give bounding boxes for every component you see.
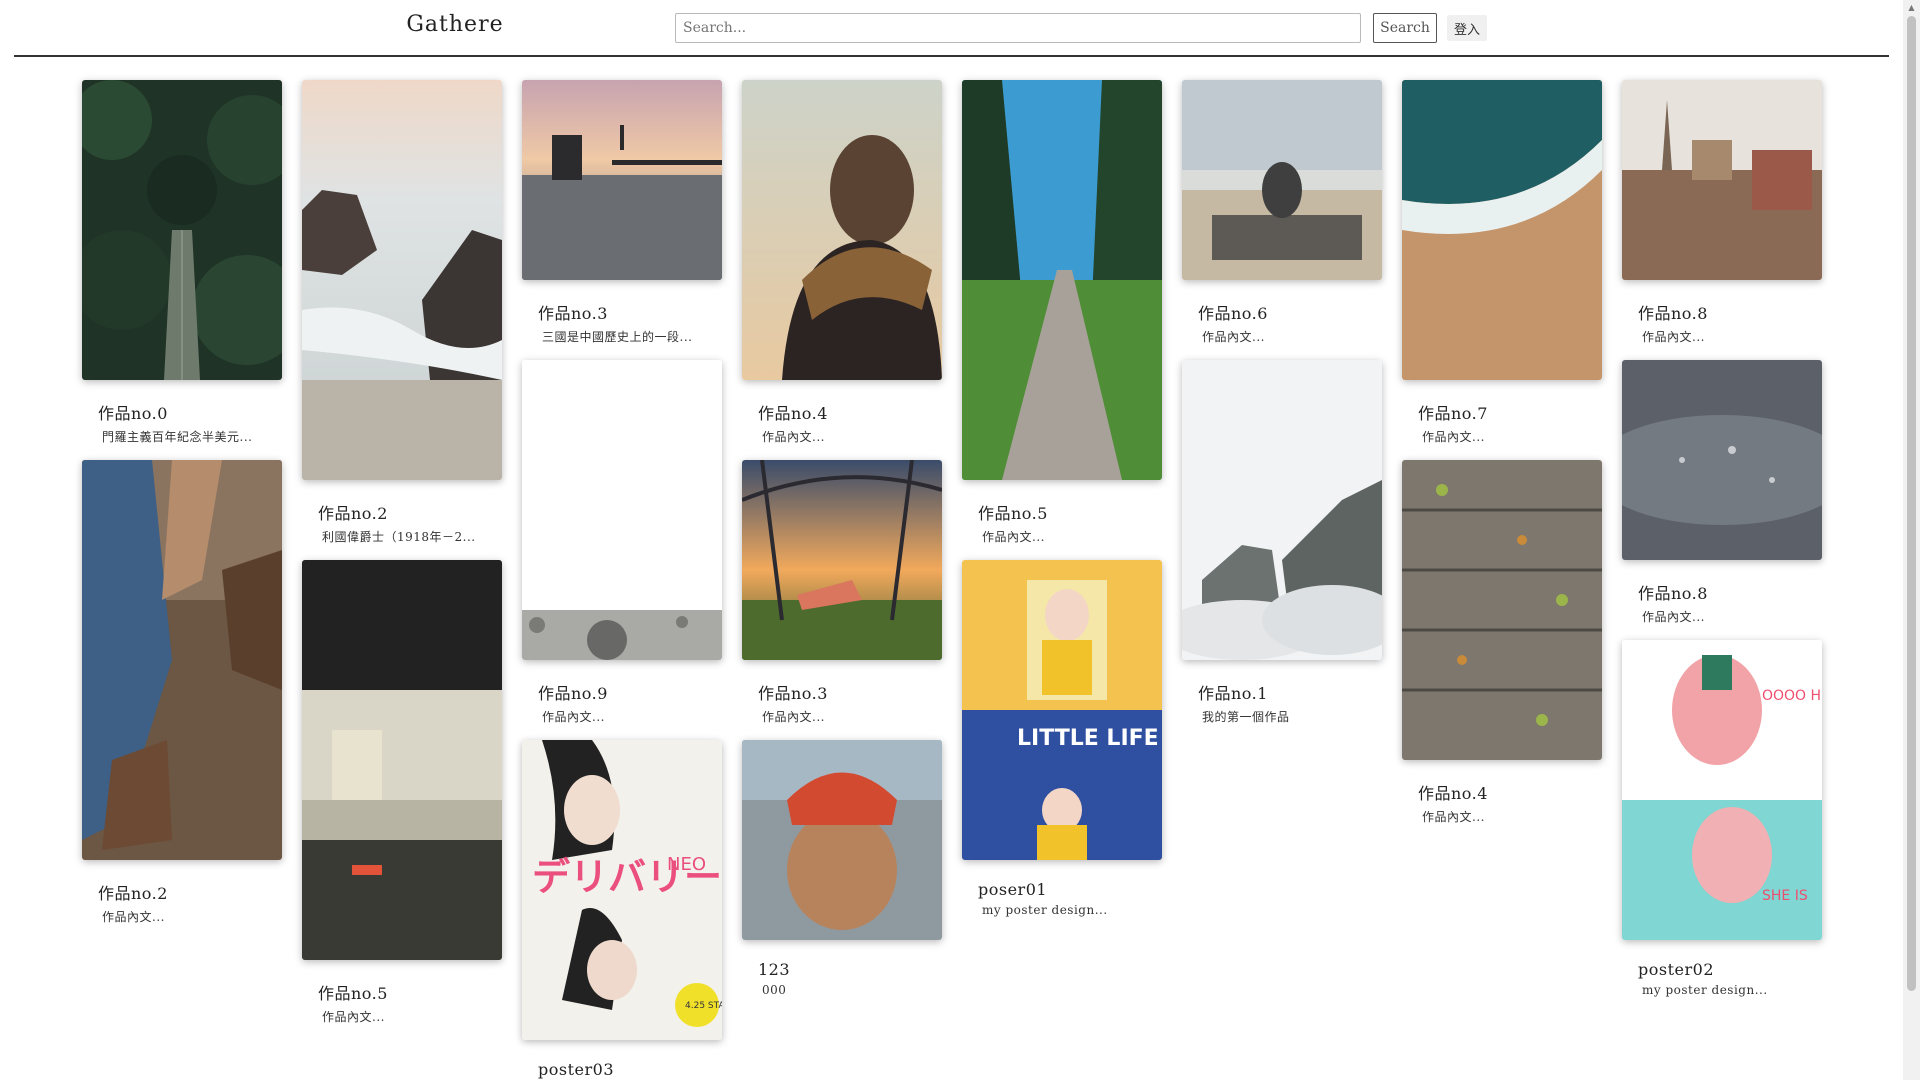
- login-button[interactable]: 登入: [1447, 15, 1487, 41]
- top-navbar: Gathere Search 登入: [0, 0, 1900, 58]
- card-image[interactable]: [302, 80, 502, 480]
- card-desc: 作品內文...: [762, 430, 825, 444]
- card-image[interactable]: [1402, 460, 1602, 760]
- card-title: poster03: [538, 1060, 614, 1079]
- svg-text:NEO: NEO: [667, 854, 706, 875]
- card-desc: 作品內文...: [1642, 610, 1705, 624]
- scroll-up-arrow-icon[interactable]: ▲: [1903, 0, 1920, 14]
- gallery-card[interactable]: 作品no.4 作品內文...: [742, 80, 942, 445]
- svg-text:OOOO HHH: OOOO HHH: [1762, 688, 1822, 704]
- card-desc: 作品內文...: [102, 910, 165, 924]
- page-scrollbar[interactable]: ▲: [1903, 0, 1920, 1080]
- card-title: 作品no.7: [1418, 404, 1488, 423]
- card-image[interactable]: [742, 80, 942, 380]
- gallery-card[interactable]: デリバリー お姉さん NEO 4.25 START poster03: [522, 740, 722, 1079]
- card-image[interactable]: LITTLE LIFE: [962, 560, 1162, 860]
- card-desc: 門羅主義百年紀念半美元...: [102, 430, 253, 444]
- card-title: poser01: [978, 880, 1048, 899]
- card-title: poster02: [1638, 960, 1714, 979]
- gallery-card[interactable]: 作品no.3 作品內文...: [742, 460, 942, 725]
- gallery-card[interactable]: 作品no.1 我的第一個作品: [1182, 360, 1382, 725]
- gallery-card[interactable]: 作品no.6 作品內文...: [1182, 80, 1382, 345]
- card-title: 作品no.9: [538, 684, 608, 703]
- card-desc: 作品內文...: [542, 710, 605, 724]
- card-title: 作品no.3: [538, 304, 608, 323]
- brand-logo[interactable]: Gathere: [400, 12, 510, 37]
- gallery-card[interactable]: 作品no.5 作品內文...: [302, 560, 502, 1025]
- card-desc: 三國是中國歷史上的一段...: [542, 330, 693, 344]
- header-divider: [14, 55, 1889, 57]
- card-title: 作品no.8: [1638, 584, 1708, 603]
- card-image[interactable]: [1182, 80, 1382, 280]
- card-title: 作品no.4: [758, 404, 828, 423]
- card-image[interactable]: [1622, 80, 1822, 280]
- card-title: 作品no.6: [1198, 304, 1268, 323]
- card-desc: 作品內文...: [1422, 810, 1485, 824]
- card-image[interactable]: OOOO HHH SHE IS: [1622, 640, 1822, 940]
- card-desc: 利國偉爵士（1918年－2...: [322, 530, 476, 544]
- card-desc: 我的第一個作品: [1202, 710, 1290, 724]
- card-desc: 作品內文...: [1422, 430, 1485, 444]
- gallery-card[interactable]: LITTLE LIFE poser01 my poster design...: [962, 560, 1162, 917]
- card-image[interactable]: [522, 360, 722, 660]
- card-desc: 作品內文...: [762, 710, 825, 724]
- card-title: 作品no.5: [978, 504, 1048, 523]
- gallery-card[interactable]: 作品no.5 作品內文...: [962, 80, 1162, 545]
- card-image[interactable]: [1182, 360, 1382, 660]
- card-title: 作品no.2: [98, 884, 168, 903]
- card-desc: 作品內文...: [1642, 330, 1705, 344]
- card-title: 作品no.4: [1418, 784, 1488, 803]
- card-image[interactable]: [742, 460, 942, 660]
- gallery-card[interactable]: OOOO HHH SHE IS poster02 my poster desig…: [1622, 640, 1822, 997]
- svg-text:4.25 START: 4.25 START: [685, 1001, 722, 1011]
- card-image[interactable]: [1622, 360, 1822, 560]
- gallery-card[interactable]: 作品no.8 作品內文...: [1622, 360, 1822, 625]
- gallery-card[interactable]: 123 000: [742, 740, 942, 997]
- card-title: 作品no.1: [1198, 684, 1268, 703]
- card-desc: 000: [762, 983, 787, 997]
- gallery-card[interactable]: 作品no.3 三國是中國歷史上的一段...: [522, 80, 722, 345]
- gallery-card[interactable]: 作品no.4 作品內文...: [1402, 460, 1602, 825]
- gallery-card[interactable]: 作品no.8 作品內文...: [1622, 80, 1822, 345]
- card-title: 123: [758, 960, 791, 979]
- card-image[interactable]: [522, 80, 722, 280]
- card-image[interactable]: [82, 460, 282, 860]
- card-title: 作品no.0: [98, 404, 168, 423]
- card-image[interactable]: [82, 80, 282, 380]
- svg-text:LITTLE LIFE: LITTLE LIFE: [1017, 726, 1159, 751]
- card-title: 作品no.2: [318, 504, 388, 523]
- gallery-card[interactable]: 作品no.2 作品內文...: [82, 460, 282, 925]
- card-title: 作品no.3: [758, 684, 828, 703]
- card-image[interactable]: [302, 560, 502, 960]
- search-input[interactable]: [675, 13, 1361, 43]
- card-image[interactable]: [1402, 80, 1602, 380]
- card-desc: 作品內文...: [1202, 330, 1265, 344]
- gallery-card[interactable]: 作品no.7 作品內文...: [1402, 80, 1602, 445]
- card-image[interactable]: [962, 80, 1162, 480]
- gallery-card[interactable]: 作品no.0 門羅主義百年紀念半美元...: [82, 80, 282, 445]
- scrollbar-thumb[interactable]: [1907, 16, 1916, 991]
- search-button[interactable]: Search: [1373, 13, 1437, 43]
- card-title: 作品no.5: [318, 984, 388, 1003]
- card-desc: 作品內文...: [322, 1010, 385, 1024]
- card-desc: my poster design...: [1642, 983, 1768, 997]
- gallery-card[interactable]: 作品no.2 利國偉爵士（1918年－2...: [302, 80, 502, 545]
- card-image[interactable]: デリバリー お姉さん NEO 4.25 START: [522, 740, 722, 1040]
- card-title: 作品no.8: [1638, 304, 1708, 323]
- svg-text:SHE IS: SHE IS: [1762, 888, 1808, 904]
- gallery-card[interactable]: 作品no.9 作品內文...: [522, 360, 722, 725]
- card-desc: 作品內文...: [982, 530, 1045, 544]
- card-image[interactable]: [742, 740, 942, 940]
- card-desc: my poster design...: [982, 903, 1108, 917]
